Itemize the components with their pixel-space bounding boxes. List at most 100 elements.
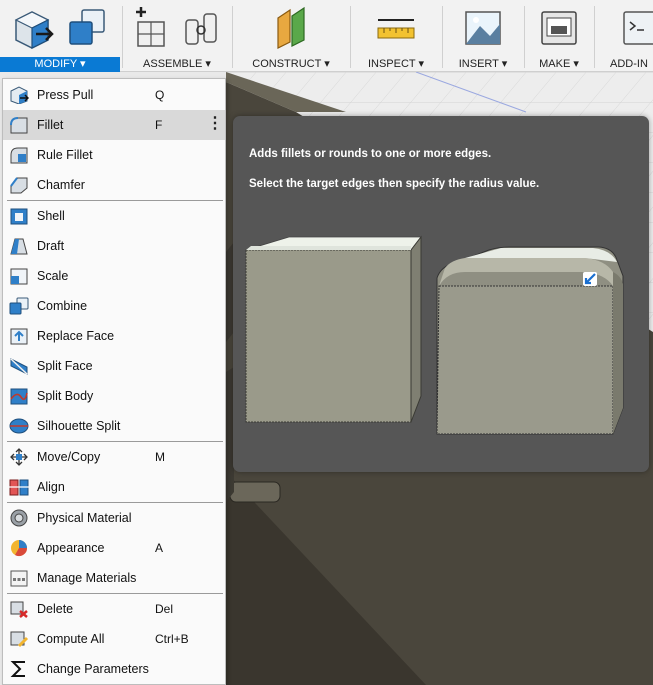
compute-all-icon — [10, 631, 29, 648]
menu-item-label: Split Body — [37, 389, 94, 403]
menu-item-appearance[interactable]: Appearance A — [3, 533, 225, 563]
silhouette-split-icon — [9, 418, 29, 434]
menu-item-fillet[interactable]: Fillet F ⋮ — [3, 110, 225, 140]
menu-item-shortcut: Ctrl+B — [155, 632, 189, 646]
menu-item-change-parameters[interactable]: Change Parameters — [3, 654, 225, 684]
toolbar-group-add-ins[interactable]: ADD-IN — [596, 0, 653, 72]
split-face-icon — [10, 358, 28, 375]
menu-item-split-body[interactable]: Split Body — [3, 381, 225, 411]
toolbar-group-label: INSPECT ▾ — [367, 58, 425, 70]
menu-item-compute-all[interactable]: Compute All Ctrl+B — [3, 624, 225, 654]
measure-icon[interactable] — [374, 6, 418, 50]
align-icon — [9, 479, 29, 496]
joint-icon[interactable] — [182, 6, 222, 50]
menu-item-shortcut: A — [155, 541, 164, 555]
menu-item-label: Manage Materials — [37, 571, 137, 585]
menu-item-shell[interactable]: Shell — [3, 201, 225, 231]
menu-item-label: Appearance — [37, 541, 105, 555]
scale-icon — [10, 268, 28, 285]
delete-icon — [10, 601, 28, 618]
toolbar-separator — [122, 6, 123, 68]
menu-item-label: Fillet — [37, 118, 64, 132]
menu-item-label: Chamfer — [37, 178, 85, 192]
menu-item-chamfer[interactable]: Chamfer — [3, 170, 225, 200]
combine-icon — [9, 297, 29, 315]
tooltip-illustration — [245, 235, 624, 435]
toolbar-group-make[interactable]: MAKE ▾ — [526, 0, 592, 72]
menu-item-delete[interactable]: Delete Del — [3, 594, 225, 624]
menu-item-label: Split Face — [37, 359, 93, 373]
toolbar-separator — [350, 6, 351, 68]
ribbon-toolbar: MODIFY ▾ ASSEMBLE ▾ CONSTRUCT ▾ INSPECT … — [0, 0, 653, 72]
toolbar-group-label: MAKE ▾ — [539, 58, 579, 70]
menu-item-replace-face[interactable]: Replace Face — [3, 321, 225, 351]
toolbar-separator — [442, 6, 443, 68]
split-body-icon — [10, 388, 28, 405]
toolbar-group-label: MODIFY ▾ — [0, 57, 120, 72]
toolbar-group-insert[interactable]: INSERT ▾ — [444, 0, 522, 72]
menu-item-label: Shell — [37, 209, 65, 223]
new-component-icon[interactable] — [132, 6, 172, 50]
chamfer-icon — [10, 177, 28, 194]
press-pull-icon — [10, 86, 29, 104]
menu-item-label: Physical Material — [37, 511, 132, 525]
shell-icon — [10, 208, 28, 225]
menu-item-draft[interactable]: Draft — [3, 231, 225, 261]
modify-dropdown-menu: Press Pull Q Fillet F ⋮ Rule Fillet Cham… — [2, 78, 226, 685]
draft-icon — [10, 238, 28, 255]
menu-item-label: Silhouette Split — [37, 419, 121, 433]
press-pull-toolbar-icon[interactable] — [10, 6, 56, 50]
insert-image-icon[interactable] — [462, 6, 506, 50]
toolbar-group-label: ASSEMBLE ▾ — [143, 58, 211, 70]
toolbar-separator — [232, 6, 233, 68]
toolbar-group-inspect[interactable]: INSPECT ▾ — [352, 0, 440, 72]
appearance-icon — [11, 540, 28, 557]
toolbar-separator — [594, 6, 595, 68]
menu-item-shortcut: F — [155, 118, 163, 132]
menu-item-label: Scale — [37, 269, 69, 283]
more-options-icon[interactable]: ⋮ — [207, 110, 223, 140]
3d-print-icon[interactable] — [538, 6, 582, 50]
physical-material-icon — [10, 509, 28, 527]
rule-fillet-icon — [10, 147, 28, 164]
fillet-icon — [10, 117, 28, 134]
menu-item-shortcut: Q — [155, 88, 165, 102]
menu-item-label: Delete — [37, 602, 74, 616]
toolbar-group-label: ADD-IN — [610, 58, 648, 70]
menu-item-label: Press Pull — [37, 88, 94, 102]
menu-item-label: Replace Face — [37, 329, 115, 343]
menu-item-label: Compute All — [37, 632, 105, 646]
menu-item-scale[interactable]: Scale — [3, 261, 225, 291]
menu-item-label: Draft — [37, 239, 65, 253]
fillet-tooltip: Adds fillets or rounds to one or more ed… — [233, 116, 649, 472]
menu-item-label: Align — [37, 480, 65, 494]
combine-toolbar-icon[interactable] — [64, 6, 110, 50]
menu-item-shortcut: M — [155, 450, 165, 464]
move-copy-icon — [10, 448, 28, 466]
menu-item-align[interactable]: Align — [3, 472, 225, 502]
menu-item-physical-material[interactable]: Physical Material — [3, 503, 225, 533]
toolbar-group-assemble[interactable]: ASSEMBLE ▾ — [124, 0, 230, 72]
sharp-cube-illustration — [245, 235, 422, 423]
sigma-icon — [10, 661, 25, 677]
edge-selection-pointer-icon — [583, 272, 597, 286]
menu-item-label: Move/Copy — [37, 450, 101, 464]
scripts-addins-icon[interactable] — [622, 6, 653, 50]
menu-item-press-pull[interactable]: Press Pull Q — [3, 80, 225, 110]
menu-item-silhouette-split[interactable]: Silhouette Split — [3, 411, 225, 441]
toolbar-group-label: CONSTRUCT ▾ — [252, 58, 330, 70]
offset-plane-icon[interactable] — [270, 6, 314, 50]
menu-item-combine[interactable]: Combine — [3, 291, 225, 321]
toolbar-group-modify[interactable]: MODIFY ▾ — [0, 0, 120, 72]
replace-face-icon — [10, 328, 28, 345]
menu-item-move-copy[interactable]: Move/Copy M — [3, 442, 225, 472]
toolbar-group-label: INSERT ▾ — [458, 58, 508, 70]
menu-item-rule-fillet[interactable]: Rule Fillet — [3, 140, 225, 170]
menu-item-manage-materials[interactable]: Manage Materials — [3, 563, 225, 593]
manage-materials-icon — [10, 570, 28, 587]
menu-item-label: Combine — [37, 299, 88, 313]
menu-item-shortcut: Del — [155, 602, 174, 616]
menu-item-label: Rule Fillet — [37, 148, 93, 162]
menu-item-split-face[interactable]: Split Face — [3, 351, 225, 381]
toolbar-group-construct[interactable]: CONSTRUCT ▾ — [234, 0, 348, 72]
